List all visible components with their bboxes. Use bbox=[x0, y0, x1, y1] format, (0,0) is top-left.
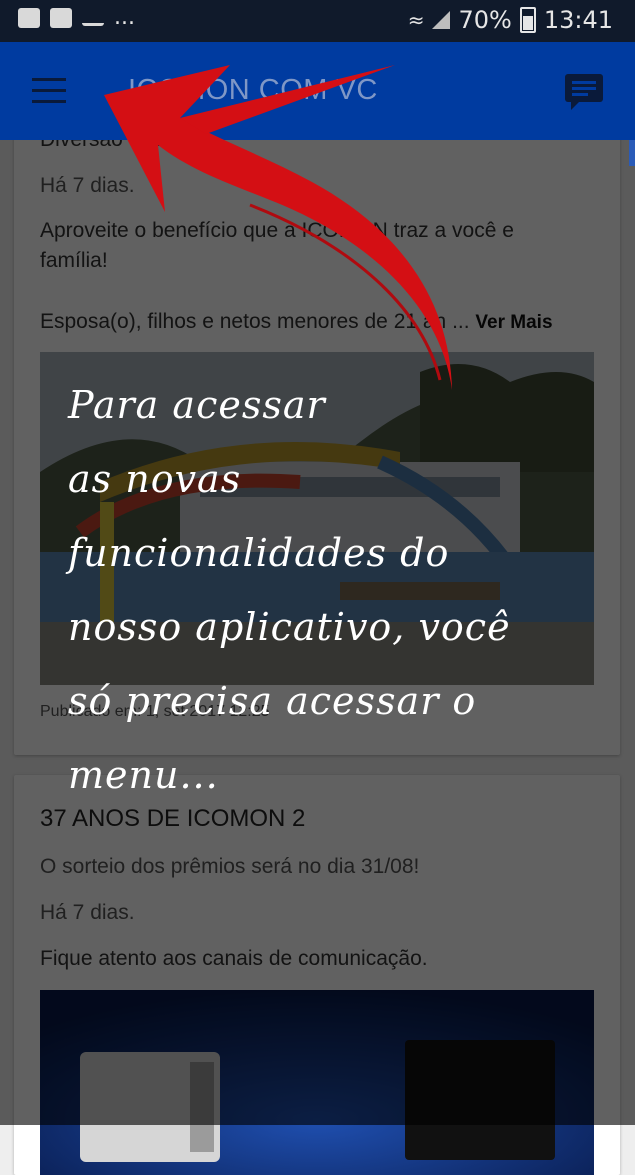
tutorial-arrow-icon bbox=[104, 65, 452, 390]
